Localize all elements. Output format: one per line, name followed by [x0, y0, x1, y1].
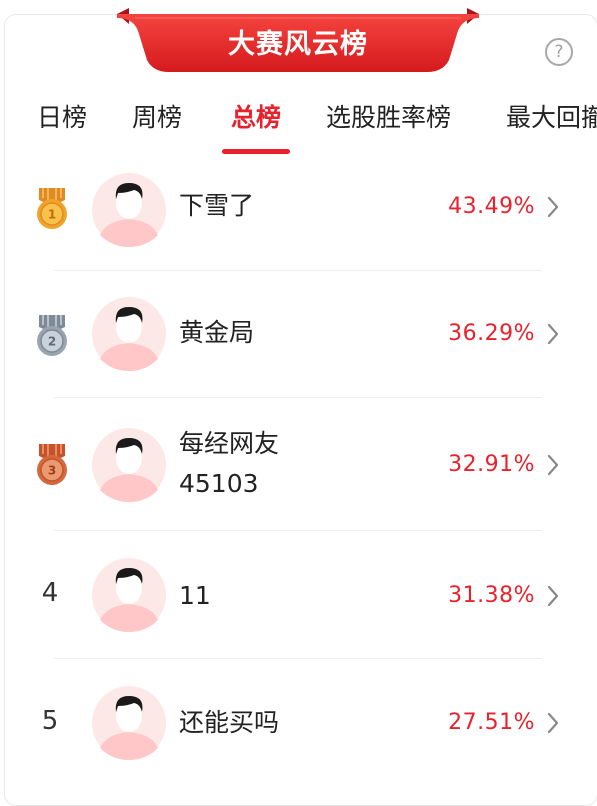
chevron-right-icon	[547, 712, 559, 734]
silver-medal-icon: 2	[37, 315, 67, 356]
tab-weekly[interactable]: 周榜	[132, 98, 182, 134]
ranking-row[interactable]: 1 下雪了 43.49%	[0, 170, 597, 270]
active-tab-indicator	[222, 149, 290, 154]
avatar[interactable]	[92, 297, 166, 371]
tab-stock-win-rate[interactable]: 选股胜率榜	[326, 98, 451, 134]
chevron-right-icon	[547, 454, 559, 476]
tab-daily[interactable]: 日榜	[37, 98, 87, 134]
user-name: 黄金局	[179, 318, 255, 347]
tab-bar: 日榜 周榜 总榜 选股胜率榜 最大回撤	[0, 92, 597, 156]
tab-overall[interactable]: 总榜	[231, 98, 281, 134]
chevron-right-icon	[547, 585, 559, 607]
return-rate: 36.29%	[448, 321, 535, 346]
divider	[54, 530, 542, 531]
user-name: 11	[179, 581, 211, 610]
svg-text:1: 1	[48, 208, 56, 222]
user-name: 还能买吗	[179, 708, 280, 737]
return-rate: 43.49%	[448, 194, 535, 219]
rank-number: 5	[41, 706, 59, 736]
help-icon[interactable]: ?	[545, 38, 573, 66]
ranking-row[interactable]: 2 黄金局 36.29%	[0, 297, 597, 397]
return-rate: 27.51%	[448, 710, 535, 735]
ranking-row[interactable]: 5 还能买吗 27.51%	[0, 684, 597, 784]
gold-medal-icon: 1	[37, 188, 67, 229]
return-rate: 31.38%	[448, 583, 535, 608]
avatar[interactable]	[92, 686, 166, 760]
banner-title: 大赛风云榜	[228, 29, 368, 60]
svg-text:2: 2	[48, 335, 56, 349]
user-name-line2: 45103	[179, 469, 259, 498]
avatar[interactable]	[92, 558, 166, 632]
user-name: 每经网友	[179, 429, 280, 458]
return-rate: 32.91%	[448, 452, 535, 477]
chevron-right-icon	[547, 323, 559, 345]
avatar[interactable]	[92, 173, 166, 247]
chevron-right-icon	[547, 196, 559, 218]
svg-text:3: 3	[48, 464, 56, 478]
tab-max-drawdown[interactable]: 最大回撤	[506, 98, 597, 134]
divider	[54, 270, 542, 271]
ranking-row[interactable]: 4 11 31.38%	[0, 556, 597, 656]
divider	[54, 397, 542, 398]
avatar[interactable]	[92, 428, 166, 502]
leaderboard-banner: 大赛风云榜	[115, 8, 481, 74]
divider	[54, 658, 542, 659]
user-name: 下雪了	[179, 191, 255, 220]
rank-number: 4	[41, 578, 59, 608]
ranking-row[interactable]: 3 每经网友 45103 32.91%	[0, 420, 597, 530]
bronze-medal-icon: 3	[37, 444, 67, 485]
